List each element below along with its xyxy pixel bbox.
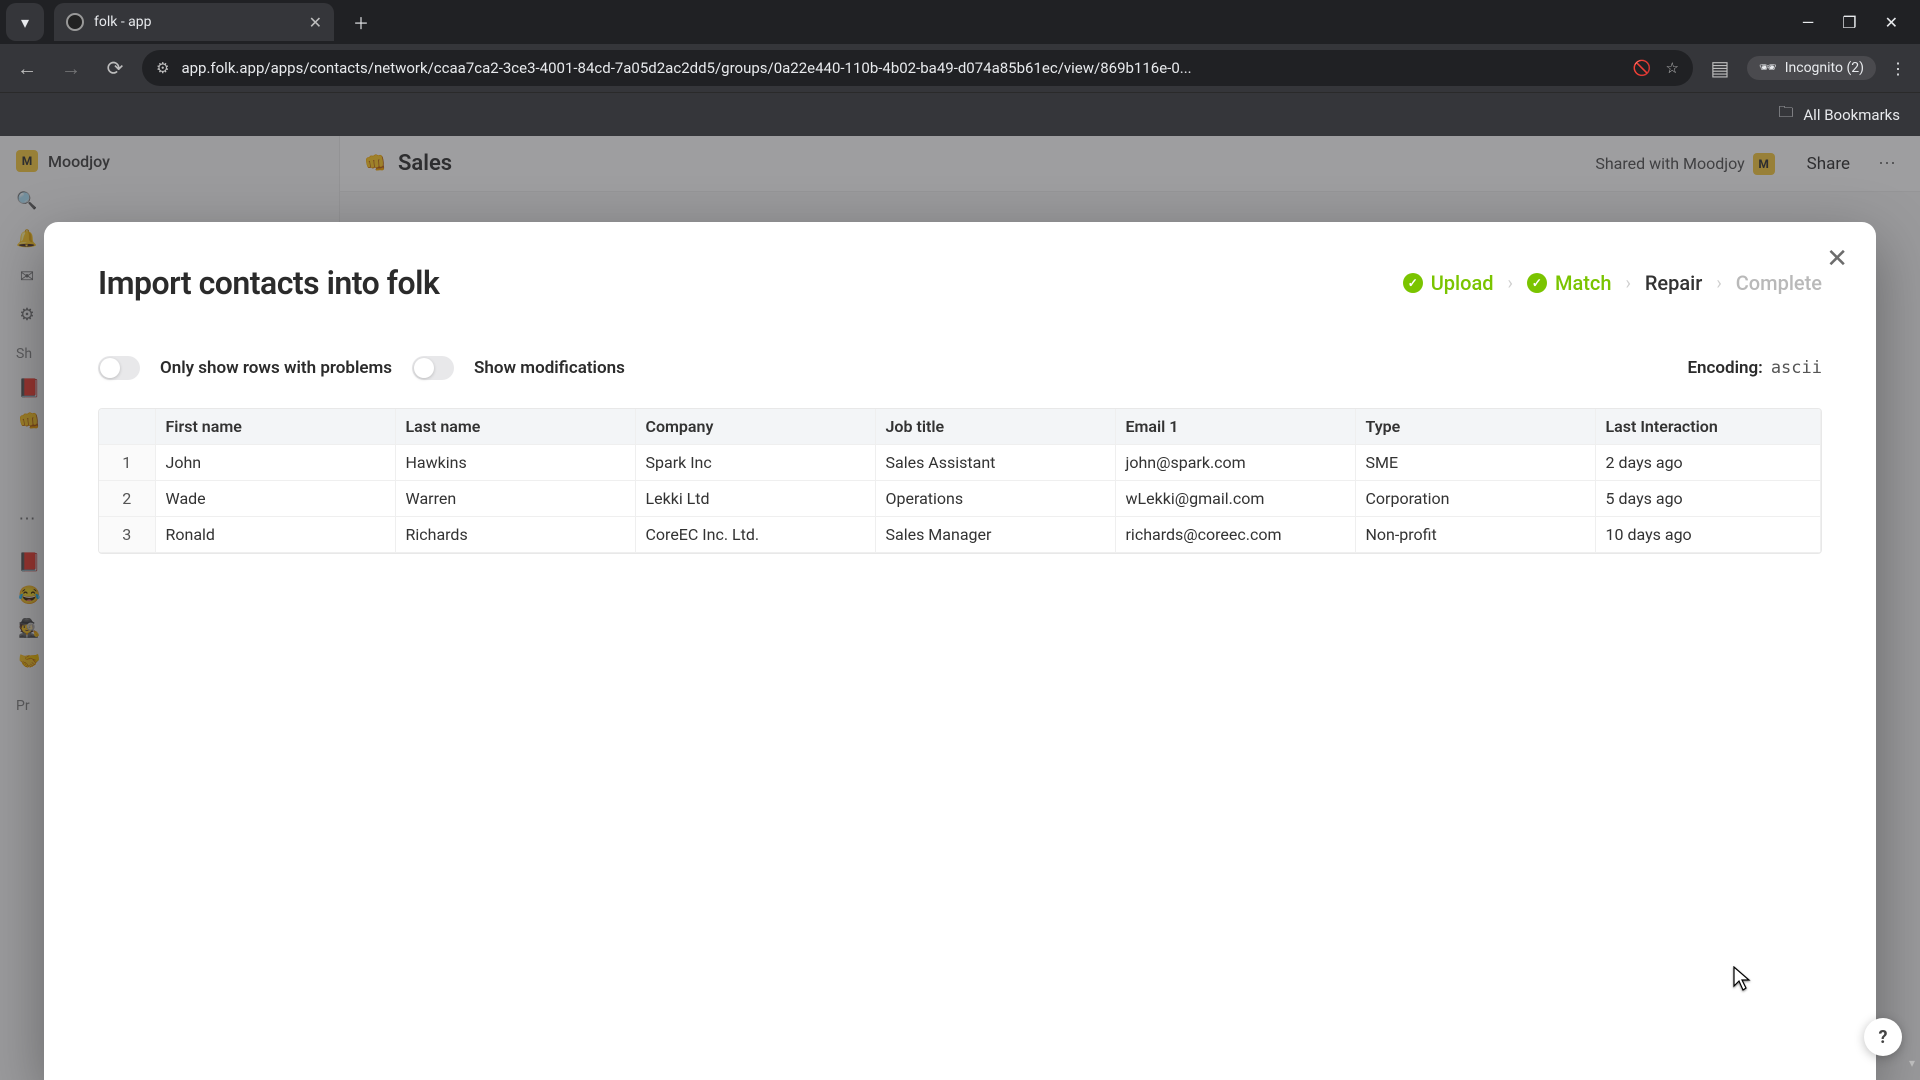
cell-company[interactable]: CoreEC Inc. Ltd. — [635, 517, 875, 553]
chevron-down-icon: ▾ — [21, 13, 29, 32]
incognito-indicator[interactable]: 🕶 Incognito (2) — [1747, 56, 1876, 80]
tab-favicon — [66, 13, 84, 31]
column-header[interactable]: Last Interaction — [1595, 409, 1821, 445]
row-number: 1 — [99, 445, 155, 481]
cell-job-title[interactable]: Sales Manager — [875, 517, 1115, 553]
encoding-value[interactable]: ascii — [1771, 358, 1822, 378]
cell-job-title[interactable]: Sales Assistant — [875, 445, 1115, 481]
cell-first-name[interactable]: John — [155, 445, 395, 481]
filter-options-row: Only show rows with problems Show modifi… — [98, 356, 1822, 380]
column-header[interactable]: First name — [155, 409, 395, 445]
step-match: ✓ Match — [1527, 271, 1611, 295]
toggle-only-problems-label: Only show rows with problems — [160, 358, 392, 378]
import-steps: ✓ Upload › ✓ Match › Repair › Complete — [1403, 271, 1822, 295]
address-bar[interactable]: ⚙ app.folk.app/apps/contacts/network/cca… — [142, 50, 1693, 86]
minimize-icon[interactable]: — — [1802, 13, 1815, 32]
page-scrollbar[interactable]: ▾ — [1904, 136, 1920, 1080]
incognito-label: Incognito (2) — [1785, 60, 1864, 76]
cell-last-name[interactable]: Richards — [395, 517, 635, 553]
side-panel-icon[interactable]: ▤ — [1703, 51, 1737, 85]
toggle-only-problems[interactable] — [98, 356, 140, 380]
folder-icon: 🗀 — [1778, 102, 1793, 127]
cell-last-name[interactable]: Hawkins — [395, 445, 635, 481]
cell-first-name[interactable]: Ronald — [155, 517, 395, 553]
table-row[interactable]: 2WadeWarrenLekki LtdOperationswLekki@gma… — [99, 481, 1821, 517]
step-label: Match — [1555, 271, 1611, 295]
scroll-down-icon[interactable]: ▾ — [1906, 1056, 1918, 1074]
maximize-icon[interactable]: ❐ — [1842, 13, 1856, 32]
close-window-icon[interactable]: ✕ — [1885, 13, 1898, 32]
column-header[interactable]: Job title — [875, 409, 1115, 445]
step-label: Upload — [1431, 271, 1494, 295]
table-header-row: First name Last name Company Job title E… — [99, 409, 1821, 445]
cell-last-interaction[interactable]: 5 days ago — [1595, 481, 1821, 517]
cell-last-name[interactable]: Warren — [395, 481, 635, 517]
check-circle-icon: ✓ — [1403, 273, 1423, 293]
check-circle-icon: ✓ — [1527, 273, 1547, 293]
reload-button[interactable]: ⟳ — [98, 51, 132, 85]
cell-last-interaction[interactable]: 2 days ago — [1595, 445, 1821, 481]
toggle-show-modifications[interactable] — [412, 356, 454, 380]
column-header[interactable]: Last name — [395, 409, 635, 445]
close-modal-button[interactable]: ✕ — [1826, 244, 1848, 274]
step-label: Repair — [1645, 271, 1703, 295]
cell-first-name[interactable]: Wade — [155, 481, 395, 517]
chevron-right-icon: › — [1716, 273, 1721, 294]
help-button[interactable]: ? — [1864, 1018, 1902, 1056]
column-header[interactable]: Company — [635, 409, 875, 445]
column-header[interactable]: Type — [1355, 409, 1595, 445]
encoding-label: Encoding: — [1687, 358, 1762, 378]
step-repair: Repair — [1645, 271, 1703, 295]
encoding-indicator: Encoding: ascii — [1687, 358, 1822, 378]
eye-off-icon[interactable]: 🚫 — [1633, 59, 1652, 77]
browser-menu-button[interactable]: ⋮ — [1886, 59, 1910, 78]
tab-search-dropdown[interactable]: ▾ — [6, 3, 44, 41]
plus-icon: ＋ — [353, 10, 369, 34]
question-icon: ? — [1879, 1027, 1888, 1048]
close-icon[interactable]: ✕ — [309, 13, 322, 32]
window-controls: — ❐ ✕ — [1802, 13, 1920, 32]
chevron-right-icon: › — [1625, 273, 1630, 294]
row-number: 3 — [99, 517, 155, 553]
cell-type[interactable]: Corporation — [1355, 481, 1595, 517]
row-number: 2 — [99, 481, 155, 517]
tab-title: folk - app — [94, 14, 152, 30]
cell-company[interactable]: Spark Inc — [635, 445, 875, 481]
browser-tab-strip: ▾ folk - app ✕ ＋ — ❐ ✕ — [0, 0, 1920, 44]
cell-last-interaction[interactable]: 10 days ago — [1595, 517, 1821, 553]
browser-tab[interactable]: folk - app ✕ — [54, 3, 334, 41]
cell-email[interactable]: richards@coreec.com — [1115, 517, 1355, 553]
cell-email[interactable]: wLekki@gmail.com — [1115, 481, 1355, 517]
cell-email[interactable]: john@spark.com — [1115, 445, 1355, 481]
toggle-show-modifications-label: Show modifications — [474, 358, 625, 378]
forward-button[interactable]: → — [54, 51, 88, 85]
cell-company[interactable]: Lekki Ltd — [635, 481, 875, 517]
step-upload: ✓ Upload — [1403, 271, 1494, 295]
all-bookmarks-button[interactable]: All Bookmarks — [1803, 106, 1900, 124]
import-modal: ✕ Import contacts into folk ✓ Upload › ✓… — [44, 222, 1876, 1080]
table-row[interactable]: 1JohnHawkinsSpark IncSales Assistantjohn… — [99, 445, 1821, 481]
rownum-header — [99, 409, 155, 445]
modal-header: Import contacts into folk ✓ Upload › ✓ M… — [98, 264, 1822, 302]
modal-title: Import contacts into folk — [98, 264, 439, 302]
back-button[interactable]: ← — [10, 51, 44, 85]
step-label: Complete — [1736, 271, 1822, 295]
site-settings-icon[interactable]: ⚙ — [156, 59, 169, 77]
bookmarks-bar: 🗀 All Bookmarks — [0, 92, 1920, 136]
incognito-icon: 🕶 — [1759, 60, 1777, 76]
chevron-right-icon: › — [1508, 273, 1513, 294]
step-complete: Complete — [1736, 271, 1822, 295]
import-preview-table: First name Last name Company Job title E… — [98, 408, 1822, 554]
cell-type[interactable]: SME — [1355, 445, 1595, 481]
new-tab-button[interactable]: ＋ — [344, 5, 378, 39]
cell-type[interactable]: Non-profit — [1355, 517, 1595, 553]
browser-toolbar: ← → ⟳ ⚙ app.folk.app/apps/contacts/netwo… — [0, 44, 1920, 92]
cell-job-title[interactable]: Operations — [875, 481, 1115, 517]
column-header[interactable]: Email 1 — [1115, 409, 1355, 445]
url-text: app.folk.app/apps/contacts/network/ccaa7… — [181, 59, 1620, 77]
star-icon[interactable]: ☆ — [1665, 59, 1678, 77]
table-row[interactable]: 3RonaldRichardsCoreEC Inc. Ltd.Sales Man… — [99, 517, 1821, 553]
